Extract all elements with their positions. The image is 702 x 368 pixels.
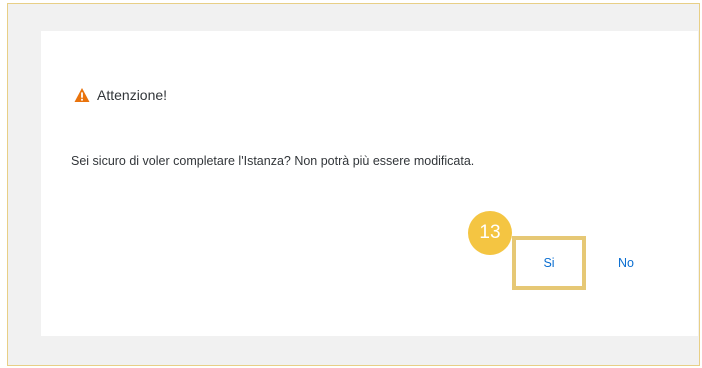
yes-button-label: Si (543, 256, 555, 270)
step-badge: 13 (468, 211, 512, 255)
page-frame: Attenzione! Sei sicuro di voler completa… (7, 3, 700, 366)
dialog-header: Attenzione! (74, 86, 167, 104)
no-button-label: No (618, 256, 634, 270)
no-button[interactable]: No (600, 243, 652, 283)
warning-icon (74, 87, 90, 103)
dialog-message: Sei sicuro di voler completare l'Istanza… (71, 154, 475, 168)
confirm-dialog: Attenzione! Sei sicuro di voler completa… (41, 31, 698, 336)
dialog-title: Attenzione! (97, 87, 168, 103)
yes-button[interactable]: Si (512, 236, 586, 290)
